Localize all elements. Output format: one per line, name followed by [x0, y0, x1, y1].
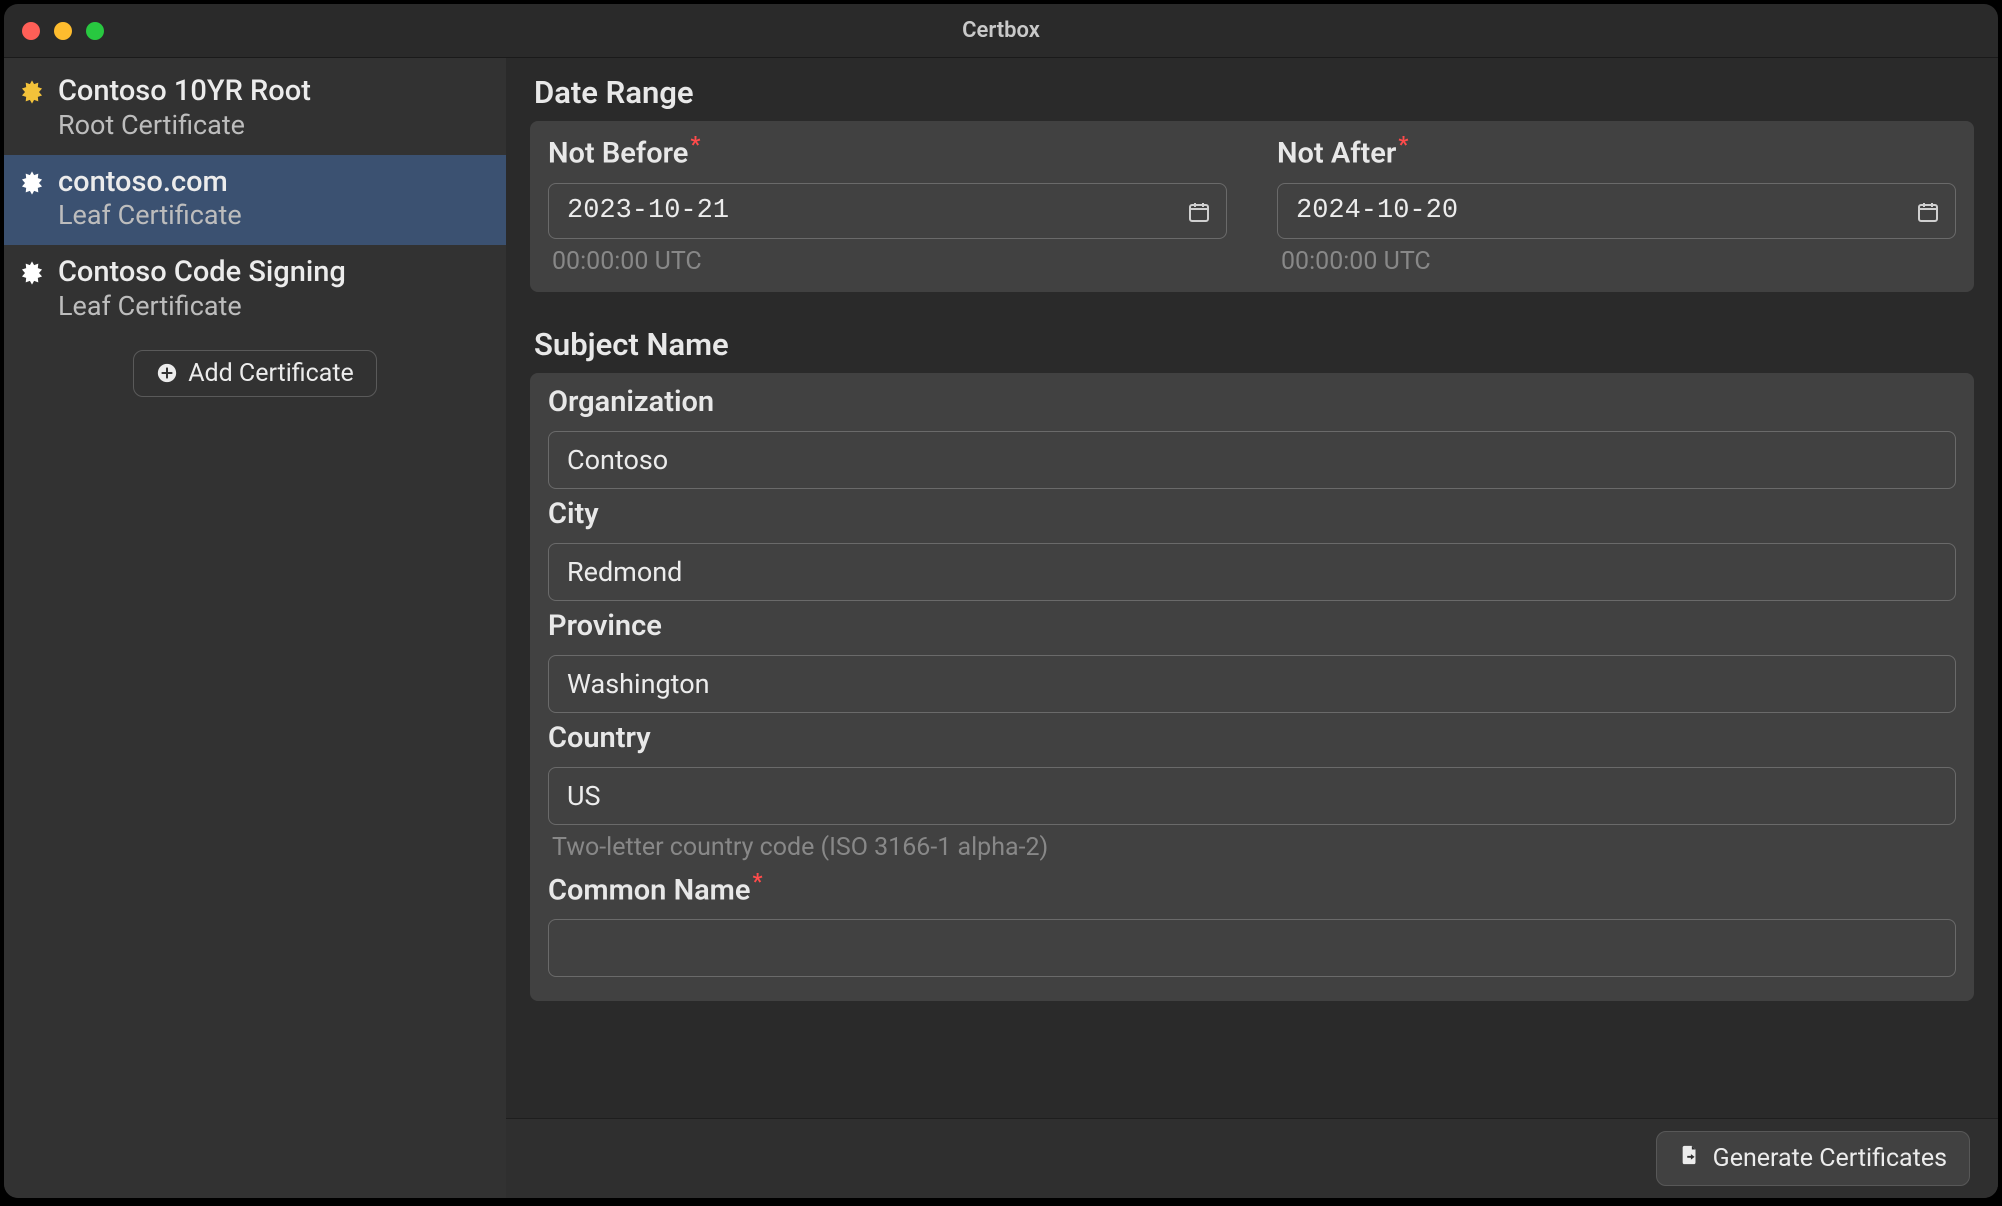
section-heading-date-range: Date Range [506, 58, 1998, 121]
cert-name: Contoso 10YR Root [58, 74, 311, 109]
date-range-block: Not Before* 00:00:00 UTC [530, 121, 1974, 292]
not-after-label: Not After* [1277, 133, 1956, 171]
generate-label: Generate Certificates [1713, 1144, 1947, 1173]
plus-circle-icon [156, 362, 178, 384]
app-body: Contoso 10YR Root Root Certificate conto… [4, 58, 1998, 1198]
maximize-button[interactable] [86, 22, 104, 40]
country-hint: Two-letter country code (ISO 3166-1 alph… [548, 825, 1956, 862]
country-input[interactable] [548, 767, 1956, 825]
close-button[interactable] [22, 22, 40, 40]
cert-type: Leaf Certificate [58, 290, 346, 324]
common-name-input[interactable] [548, 919, 1956, 977]
not-before-input[interactable] [548, 183, 1227, 239]
required-marker: * [752, 870, 762, 895]
province-field: Province [536, 609, 1968, 713]
cert-name: contoso.com [58, 165, 242, 200]
not-before-hint: 00:00:00 UTC [548, 239, 1227, 276]
sidebar-item-cert[interactable]: contoso.com Leaf Certificate [4, 155, 506, 246]
sidebar-item-cert[interactable]: Contoso Code Signing Leaf Certificate [4, 245, 506, 336]
minimize-button[interactable] [54, 22, 72, 40]
generate-certificates-button[interactable]: Generate Certificates [1656, 1131, 1970, 1186]
titlebar: Certbox [4, 4, 1998, 58]
organization-input[interactable] [548, 431, 1956, 489]
required-marker: * [1398, 133, 1408, 158]
province-label: Province [548, 609, 1956, 643]
footer: Generate Certificates [506, 1118, 1998, 1198]
not-before-label: Not Before* [548, 133, 1227, 171]
organization-field: Organization [536, 385, 1968, 489]
export-file-icon [1679, 1144, 1701, 1173]
main-panel: Date Range Not Before* [506, 58, 1998, 1198]
cert-name: Contoso Code Signing [58, 255, 346, 290]
cert-type: Leaf Certificate [58, 199, 242, 233]
country-label: Country [548, 721, 1956, 755]
subject-name-section: Subject Name Organization City Province [506, 310, 1998, 1002]
not-after-field: Not After* 00:00:00 UTC [1265, 133, 1968, 276]
common-name-field: Common Name* [536, 870, 1968, 978]
date-range-section: Date Range Not Before* [506, 58, 1998, 292]
app-window: Certbox Contoso 10YR Root Root Certifica… [4, 4, 1998, 1198]
not-after-hint: 00:00:00 UTC [1277, 239, 1956, 276]
province-input[interactable] [548, 655, 1956, 713]
sidebar: Contoso 10YR Root Root Certificate conto… [4, 58, 506, 1198]
common-name-label: Common Name* [548, 870, 1956, 908]
subject-block: Organization City Province Count [530, 373, 1974, 1002]
city-field: City [536, 497, 1968, 601]
organization-label: Organization [548, 385, 1956, 419]
sidebar-item-cert[interactable]: Contoso 10YR Root Root Certificate [4, 64, 506, 155]
window-title: Certbox [962, 18, 1040, 43]
not-after-input[interactable] [1277, 183, 1956, 239]
city-input[interactable] [548, 543, 1956, 601]
certificate-seal-icon [18, 169, 46, 197]
window-controls [22, 22, 104, 40]
certificate-seal-icon [18, 78, 46, 106]
add-certificate-button[interactable]: Add Certificate [133, 350, 377, 397]
add-certificate-label: Add Certificate [188, 359, 354, 388]
certificate-seal-icon [18, 259, 46, 287]
not-before-field: Not Before* 00:00:00 UTC [536, 133, 1239, 276]
add-cert-container: Add Certificate [4, 336, 506, 397]
city-label: City [548, 497, 1956, 531]
section-heading-subject: Subject Name [506, 310, 1998, 373]
country-field: Country Two-letter country code (ISO 316… [536, 721, 1968, 862]
main-scroll[interactable]: Date Range Not Before* [506, 58, 1998, 1118]
required-marker: * [690, 133, 700, 158]
cert-type: Root Certificate [58, 109, 311, 143]
